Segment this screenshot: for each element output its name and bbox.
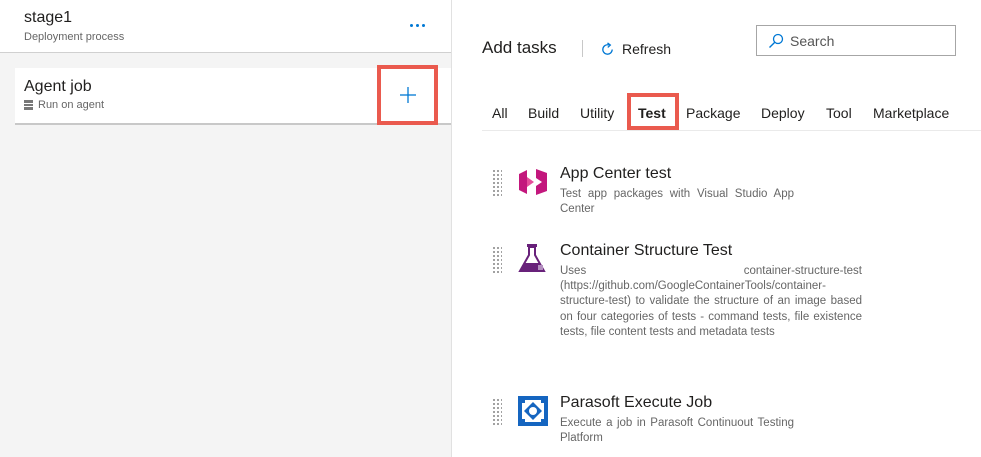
drag-handle-icon[interactable] — [492, 246, 502, 274]
agent-job-title: Agent job — [24, 78, 92, 95]
task-description: Test app packages with Visual Studio App… — [560, 188, 794, 216]
tab-package[interactable]: Package — [686, 105, 740, 121]
stage-subtitle: Deployment process — [24, 31, 125, 43]
stage-header[interactable]: stage1 Deployment process — [0, 0, 451, 53]
refresh-icon — [602, 41, 613, 55]
task-description: Execute a job in Parasoft Continuout Tes… — [560, 417, 794, 445]
agent-job-subtitle-text: Run on agent — [38, 99, 105, 111]
plus-icon — [399, 87, 416, 103]
pipeline-panel: stage1 Deployment process Agent job Run … — [0, 0, 452, 457]
header-divider — [582, 40, 583, 57]
search-input[interactable] — [790, 32, 950, 49]
task-item-parasoft-execute-job[interactable]: Parasoft Execute Job Execute a job in Pa… — [492, 394, 981, 446]
refresh-label: Refresh — [622, 41, 672, 57]
stage-title: stage1 — [24, 9, 73, 26]
task-category-tabs: All Build Utility Test Package Deploy To… — [482, 92, 981, 131]
add-task-button[interactable] — [377, 65, 438, 125]
tab-utility[interactable]: Utility — [580, 105, 614, 121]
task-item-container-structure-test[interactable]: Container Structure Test Uses container-… — [492, 242, 981, 370]
tab-test[interactable]: Test — [638, 105, 666, 121]
tab-deploy[interactable]: Deploy — [761, 105, 805, 121]
task-item-app-center-test[interactable]: App Center test Test app packages with V… — [492, 165, 981, 225]
refresh-button[interactable]: Refresh — [600, 40, 671, 58]
tab-marketplace[interactable]: Marketplace — [873, 105, 949, 121]
task-name: Container Structure Test — [560, 242, 733, 259]
task-name: App Center test — [560, 165, 672, 182]
search-icon — [769, 33, 784, 48]
drag-handle-icon[interactable] — [492, 169, 502, 197]
tab-tool[interactable]: Tool — [826, 105, 852, 121]
tab-build[interactable]: Build — [528, 105, 559, 121]
search-box[interactable] — [756, 25, 956, 56]
task-name: Parasoft Execute Job — [560, 394, 713, 411]
visual-studio-app-center-icon — [519, 169, 547, 195]
more-ellipsis-icon[interactable] — [405, 14, 429, 36]
server-icon — [24, 100, 33, 111]
agent-job-subtitle: Run on agent — [24, 99, 104, 111]
beaker-icon — [518, 244, 546, 272]
parasoft-icon — [518, 396, 548, 426]
add-tasks-title: Add tasks — [482, 38, 557, 57]
task-description: Uses container-structure-test (https://g… — [560, 265, 862, 338]
tab-all[interactable]: All — [492, 105, 508, 121]
drag-handle-icon[interactable] — [492, 398, 502, 426]
